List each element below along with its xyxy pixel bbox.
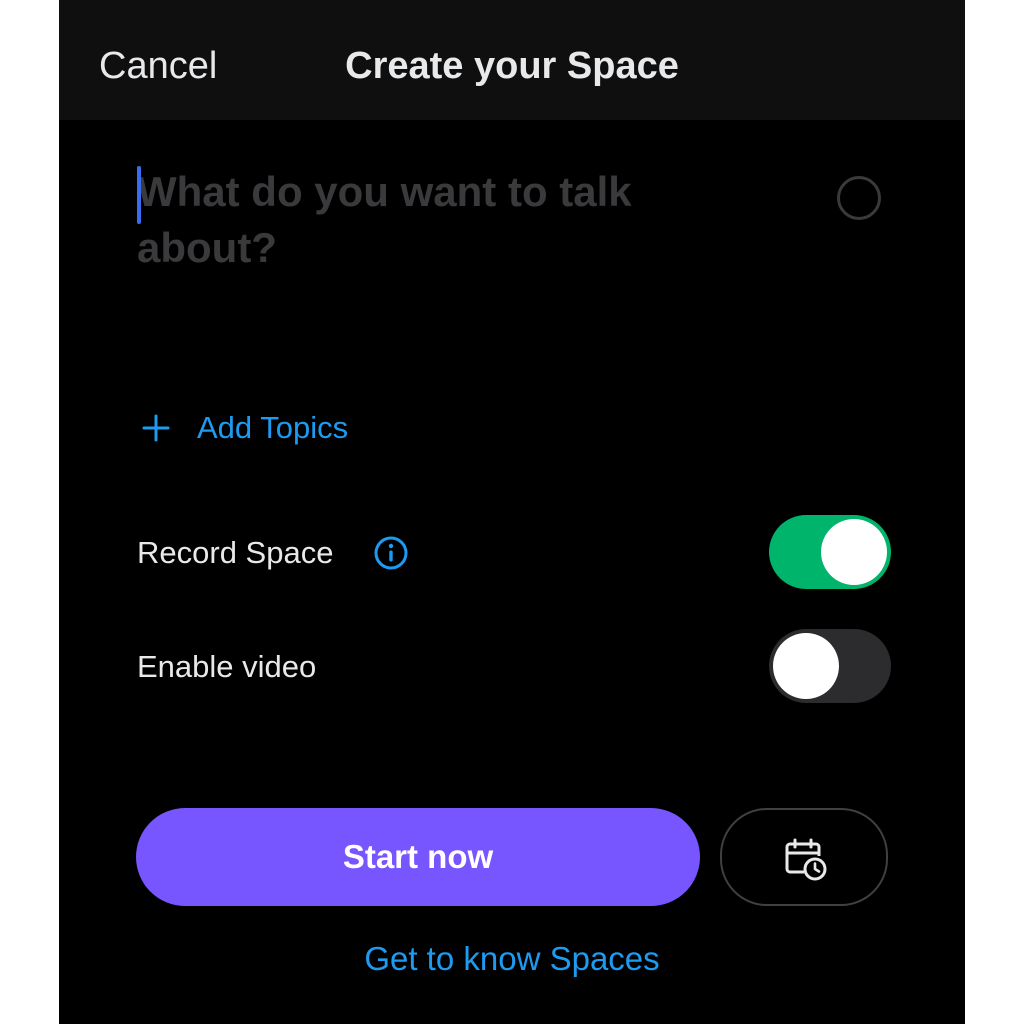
get-to-know-spaces-link[interactable]: Get to know Spaces <box>59 936 965 982</box>
character-counter-ring <box>837 176 881 220</box>
header-bar: Cancel Create your Space <box>59 0 965 120</box>
toggle-knob <box>773 633 839 699</box>
start-now-button[interactable]: Start now <box>136 808 700 906</box>
page-title: Create your Space <box>345 45 679 87</box>
toggle-knob <box>821 519 887 585</box>
schedule-space-button[interactable] <box>720 808 888 906</box>
enable-video-label: Enable video <box>137 649 317 684</box>
space-title-input[interactable] <box>137 164 757 280</box>
enable-video-row: Enable video <box>137 629 897 705</box>
text-cursor <box>137 166 141 224</box>
info-icon[interactable] <box>373 535 409 571</box>
add-topics-label: Add Topics <box>197 410 349 445</box>
space-title-area <box>137 164 777 284</box>
enable-video-toggle[interactable] <box>769 629 891 703</box>
plus-icon <box>142 414 170 442</box>
record-space-label: Record Space <box>137 535 334 570</box>
calendar-clock-icon <box>785 838 827 881</box>
create-space-screen: Cancel Create your Space Add Topics Reco… <box>59 0 965 1024</box>
record-space-row: Record Space <box>137 515 897 591</box>
record-space-toggle[interactable] <box>769 515 891 589</box>
add-topics-button[interactable]: Add Topics <box>141 406 348 450</box>
